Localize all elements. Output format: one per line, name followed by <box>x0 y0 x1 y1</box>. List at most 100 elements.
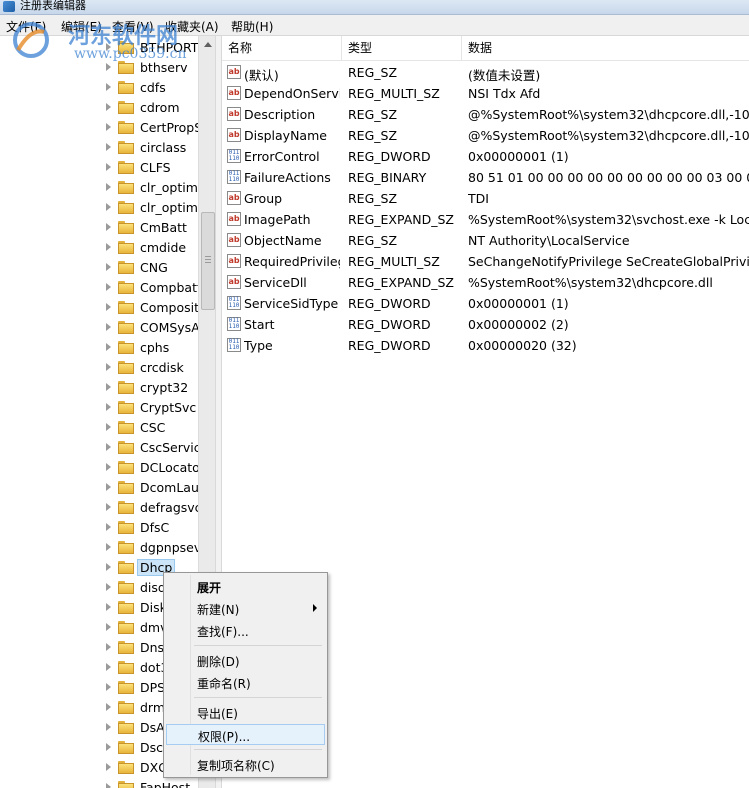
expand-arrow-icon[interactable] <box>106 363 111 371</box>
list-item[interactable]: ab ServiceDll REG_EXPAND_SZ %SystemRoot%\sy… <box>222 272 749 293</box>
list-item[interactable]: 011 110 ErrorControl REG_DWORD 0x00000001 (… <box>222 146 749 167</box>
tree-item[interactable]: DCLocator <box>0 458 198 478</box>
list-item[interactable]: ab Description REG_SZ @%SystemRoot%\system3… <box>222 104 749 125</box>
list-item[interactable]: 011 110 FailureActions REG_BINARY 80 51 01 … <box>222 167 749 188</box>
list-item[interactable]: ab ImagePath REG_EXPAND_SZ %SystemRoot%\sys… <box>222 209 749 230</box>
tree-item[interactable]: BTHPORT <box>0 38 198 58</box>
tree-item[interactable]: DfsC <box>0 518 198 538</box>
expand-arrow-icon[interactable] <box>106 423 111 431</box>
expand-arrow-icon[interactable] <box>106 203 111 211</box>
expand-arrow-icon[interactable] <box>106 403 111 411</box>
expand-arrow-icon[interactable] <box>106 723 111 731</box>
list-item[interactable]: ab DisplayName REG_SZ @%SystemRoot%\system3… <box>222 125 749 146</box>
expand-arrow-icon[interactable] <box>106 663 111 671</box>
list-item[interactable]: abDependOnService REG_MULTI_SZ NSI Tdx Afd <box>222 83 749 104</box>
list-item[interactable]: ab Group REG_SZ TDI <box>222 188 749 209</box>
expand-arrow-icon[interactable] <box>106 183 111 191</box>
tree-item[interactable]: CNG <box>0 258 198 278</box>
tree-item[interactable]: crypt32 <box>0 378 198 398</box>
ctx-permissions-menu-item[interactable]: 权限(P)... <box>166 724 325 745</box>
column-header-data[interactable]: 数据 <box>462 36 749 60</box>
tree-item[interactable]: FapHost <box>0 778 198 788</box>
expand-arrow-icon[interactable] <box>106 103 111 111</box>
expand-arrow-icon[interactable] <box>106 123 111 131</box>
column-header-type[interactable]: 类型 <box>342 36 462 60</box>
tree-item[interactable]: defragsvc <box>0 498 198 518</box>
tree-item[interactable]: Compbatt <box>0 278 198 298</box>
tree-item-label: CompositeBus <box>140 300 198 315</box>
tree-item[interactable]: dgpnpsev <box>0 538 198 558</box>
expand-arrow-icon[interactable] <box>106 463 111 471</box>
ctx-delete-menu-item[interactable]: 删除(D) <box>166 650 325 671</box>
expand-arrow-icon[interactable] <box>106 283 111 291</box>
menu-help[interactable]: 帮助(H) <box>231 18 273 35</box>
list-item[interactable]: abRequiredPrivileges REG_MULTI_SZ SeChange… <box>222 251 749 272</box>
tree-item[interactable]: clr_optimization <box>0 198 198 218</box>
expand-arrow-icon[interactable] <box>106 503 111 511</box>
ctx-new-menu-item[interactable]: 新建(N) <box>166 598 325 619</box>
expand-arrow-icon[interactable] <box>106 263 111 271</box>
list-item[interactable]: 011 110 ServiceSidType REG_DWORD 0x00000001… <box>222 293 749 314</box>
menu-file[interactable]: 文件(F) <box>6 18 46 35</box>
expand-arrow-icon[interactable] <box>106 703 111 711</box>
expand-arrow-icon[interactable] <box>106 303 111 311</box>
scrollbar-thumb[interactable] <box>201 212 215 310</box>
expand-arrow-icon[interactable] <box>106 43 111 51</box>
ctx-rename-menu-item[interactable]: 重命名(R) <box>166 672 325 693</box>
scroll-up-arrow-icon[interactable] <box>204 42 212 47</box>
menu-view[interactable]: 查看(V) <box>112 18 154 35</box>
tree-item[interactable]: CscService <box>0 438 198 458</box>
tree-item[interactable]: COMSysApp <box>0 318 198 338</box>
expand-arrow-icon[interactable] <box>106 143 111 151</box>
expand-arrow-icon[interactable] <box>106 343 111 351</box>
expand-arrow-icon[interactable] <box>106 383 111 391</box>
ctx-find-menu-item[interactable]: 查找(F)... <box>166 620 325 641</box>
column-header-name[interactable]: 名称 <box>222 36 342 60</box>
expand-arrow-icon[interactable] <box>106 583 111 591</box>
tree-item[interactable]: bthserv <box>0 58 198 78</box>
expand-arrow-icon[interactable] <box>106 323 111 331</box>
expand-arrow-icon[interactable] <box>106 83 111 91</box>
expand-arrow-icon[interactable] <box>106 763 111 771</box>
tree-item[interactable]: CryptSvc <box>0 398 198 418</box>
tree-item[interactable]: CertPropSvc <box>0 118 198 138</box>
tree-item[interactable]: CmBatt <box>0 218 198 238</box>
tree-item[interactable]: cphs <box>0 338 198 358</box>
ctx-export-menu-item[interactable]: 导出(E) <box>166 702 325 723</box>
tree-item[interactable]: CLFS <box>0 158 198 178</box>
tree-item[interactable]: cmdide <box>0 238 198 258</box>
expand-arrow-icon[interactable] <box>106 523 111 531</box>
ctx-expand-menu-item[interactable]: 展开 <box>166 576 325 597</box>
expand-arrow-icon[interactable] <box>106 683 111 691</box>
tree-item[interactable]: circlass <box>0 138 198 158</box>
ctx-copy-key-name-menu-item[interactable]: 复制项名称(C) <box>166 754 325 775</box>
expand-arrow-icon[interactable] <box>106 63 111 71</box>
expand-arrow-icon[interactable] <box>106 443 111 451</box>
expand-arrow-icon[interactable] <box>106 743 111 751</box>
list-item[interactable]: ab (默认) REG_SZ (数值未设置) <box>222 62 749 83</box>
tree-item[interactable]: CSC <box>0 418 198 438</box>
expand-arrow-icon[interactable] <box>106 603 111 611</box>
expand-arrow-icon[interactable] <box>106 563 111 571</box>
expand-arrow-icon[interactable] <box>106 163 111 171</box>
menu-favorites[interactable]: 收藏夹(A) <box>165 18 219 35</box>
expand-arrow-icon[interactable] <box>106 623 111 631</box>
menu-edit[interactable]: 编辑(E) <box>61 18 102 35</box>
list-item[interactable]: 011 110 Type REG_DWORD 0x00000020 (32) <box>222 335 749 356</box>
list-item[interactable]: ab ObjectName REG_SZ NT Authority\LocalServ… <box>222 230 749 251</box>
folder-icon <box>118 221 134 234</box>
expand-arrow-icon[interactable] <box>106 543 111 551</box>
tree-item[interactable]: crcdisk <box>0 358 198 378</box>
tree-item[interactable]: CompositeBus <box>0 298 198 318</box>
tree-item[interactable]: cdfs <box>0 78 198 98</box>
expand-arrow-icon[interactable] <box>106 783 111 788</box>
submenu-arrow-icon <box>313 604 317 612</box>
list-item[interactable]: 011 110 Start REG_DWORD 0x00000002 (2) <box>222 314 749 335</box>
tree-item[interactable]: clr_optimization <box>0 178 198 198</box>
expand-arrow-icon[interactable] <box>106 643 111 651</box>
expand-arrow-icon[interactable] <box>106 223 111 231</box>
expand-arrow-icon[interactable] <box>106 243 111 251</box>
expand-arrow-icon[interactable] <box>106 483 111 491</box>
tree-item[interactable]: DcomLaunch <box>0 478 198 498</box>
tree-item[interactable]: cdrom <box>0 98 198 118</box>
